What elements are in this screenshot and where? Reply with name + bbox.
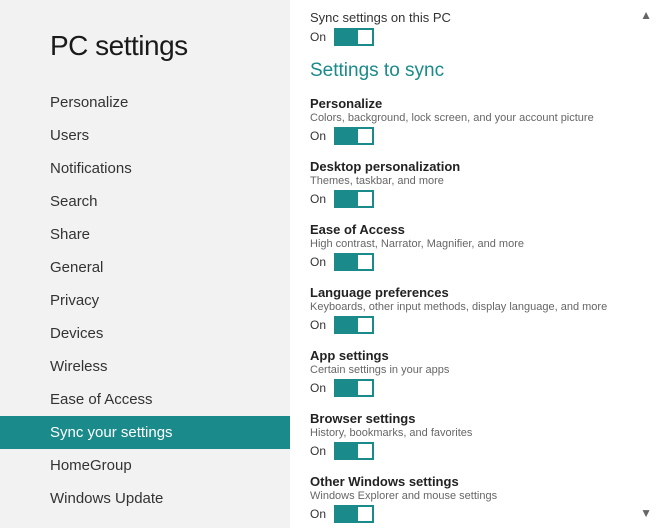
setting-name-other-windows-settings: Other Windows settings <box>310 474 630 489</box>
setting-control-personalize: On <box>310 127 630 145</box>
sidebar-item-windows-update[interactable]: Windows Update <box>0 482 290 515</box>
setting-status-personalize: On <box>310 129 326 143</box>
setting-name-language-preferences: Language preferences <box>310 285 630 300</box>
sidebar-item-users[interactable]: Users <box>0 119 290 152</box>
sync-on-this-pc-control: On <box>310 28 630 46</box>
setting-status-ease-of-access: On <box>310 255 326 269</box>
setting-row-other-windows-settings: Other Windows settings Windows Explorer … <box>310 474 630 523</box>
setting-desc-ease-of-access: High contrast, Narrator, Magnifier, and … <box>310 238 630 250</box>
sidebar-item-homegroup[interactable]: HomeGroup <box>0 449 290 482</box>
setting-status-app-settings: On <box>310 381 326 395</box>
sidebar-item-wireless[interactable]: Wireless <box>0 350 290 383</box>
setting-control-other-windows-settings: On <box>310 505 630 523</box>
setting-desc-browser-settings: History, bookmarks, and favorites <box>310 427 630 439</box>
setting-control-desktop-personalization: On <box>310 190 630 208</box>
sidebar-item-notifications[interactable]: Notifications <box>0 152 290 185</box>
settings-list: Personalize Colors, background, lock scr… <box>310 96 630 528</box>
setting-status-language-preferences: On <box>310 318 326 332</box>
sidebar-item-general[interactable]: General <box>0 251 290 284</box>
setting-desc-other-windows-settings: Windows Explorer and mouse settings <box>310 490 630 502</box>
sync-on-this-pc-label: Sync settings on this PC <box>310 10 630 25</box>
sidebar-item-share[interactable]: Share <box>0 218 290 251</box>
setting-row-ease-of-access: Ease of Access High contrast, Narrator, … <box>310 222 630 271</box>
sidebar-item-devices[interactable]: Devices <box>0 317 290 350</box>
settings-to-sync-heading: Settings to sync <box>310 60 630 82</box>
setting-row-browser-settings: Browser settings History, bookmarks, and… <box>310 411 630 460</box>
setting-row-desktop-personalization: Desktop personalization Themes, taskbar,… <box>310 159 630 208</box>
sidebar-item-privacy[interactable]: Privacy <box>0 284 290 317</box>
app-title: PC settings <box>0 20 290 86</box>
setting-desc-app-settings: Certain settings in your apps <box>310 364 630 376</box>
main-content: ▲ Sync settings on this PC On Settings t… <box>290 0 660 528</box>
sidebar-item-ease-of-access[interactable]: Ease of Access <box>0 383 290 416</box>
setting-row-language-preferences: Language preferences Keyboards, other in… <box>310 285 630 334</box>
scroll-down-arrow[interactable]: ▼ <box>640 506 652 520</box>
setting-desc-personalize: Colors, background, lock screen, and you… <box>310 112 630 124</box>
setting-toggle-personalize[interactable] <box>334 127 374 145</box>
setting-control-language-preferences: On <box>310 316 630 334</box>
setting-name-app-settings: App settings <box>310 348 630 363</box>
setting-status-desktop-personalization: On <box>310 192 326 206</box>
sync-on-this-pc-status: On <box>310 30 326 44</box>
setting-control-ease-of-access: On <box>310 253 630 271</box>
setting-toggle-ease-of-access[interactable] <box>334 253 374 271</box>
setting-toggle-app-settings[interactable] <box>334 379 374 397</box>
setting-control-app-settings: On <box>310 379 630 397</box>
sidebar-item-sync-your-settings[interactable]: Sync your settings <box>0 416 290 449</box>
sync-on-this-pc-toggle[interactable] <box>334 28 374 46</box>
setting-toggle-desktop-personalization[interactable] <box>334 190 374 208</box>
setting-desc-language-preferences: Keyboards, other input methods, display … <box>310 301 630 313</box>
setting-control-browser-settings: On <box>310 442 630 460</box>
setting-name-personalize: Personalize <box>310 96 630 111</box>
sidebar-item-personalize[interactable]: Personalize <box>0 86 290 119</box>
setting-name-browser-settings: Browser settings <box>310 411 630 426</box>
setting-name-desktop-personalization: Desktop personalization <box>310 159 630 174</box>
sync-on-this-pc-setting: Sync settings on this PC On <box>310 10 630 46</box>
setting-desc-desktop-personalization: Themes, taskbar, and more <box>310 175 630 187</box>
setting-status-browser-settings: On <box>310 444 326 458</box>
setting-status-other-windows-settings: On <box>310 507 326 521</box>
setting-name-ease-of-access: Ease of Access <box>310 222 630 237</box>
setting-toggle-other-windows-settings[interactable] <box>334 505 374 523</box>
setting-row-app-settings: App settings Certain settings in your ap… <box>310 348 630 397</box>
setting-row-personalize: Personalize Colors, background, lock scr… <box>310 96 630 145</box>
sidebar-item-search[interactable]: Search <box>0 185 290 218</box>
setting-toggle-browser-settings[interactable] <box>334 442 374 460</box>
scroll-up-arrow[interactable]: ▲ <box>640 8 652 22</box>
setting-toggle-language-preferences[interactable] <box>334 316 374 334</box>
sidebar: PC settings PersonalizeUsersNotification… <box>0 0 290 528</box>
